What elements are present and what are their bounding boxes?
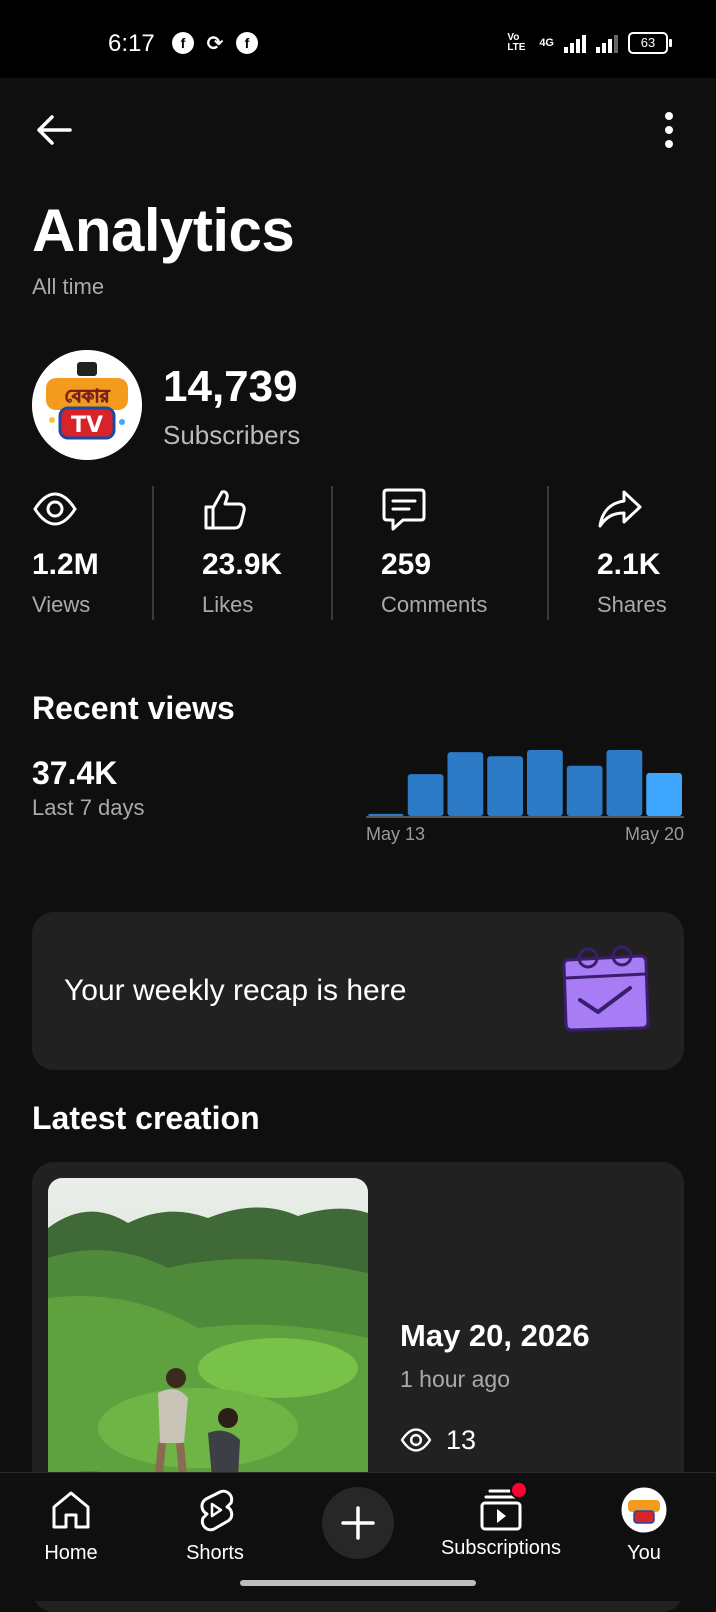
chart-tick-label: May 13 [366, 824, 425, 844]
chart-bar[interactable] [527, 750, 563, 816]
plus-icon [341, 1506, 375, 1540]
status-time: 6:17 [108, 30, 155, 57]
stat-value: 2.1K [597, 548, 661, 581]
subscriber-label: Subscribers [163, 420, 301, 450]
system-indicators: Vo LTE 4G 63 [507, 32, 672, 54]
more-vertical-icon [665, 112, 673, 148]
stats-row: 1.2M Views 23.9K Likes 259 Comments 2.1K… [0, 486, 716, 622]
status-bar: 6:17 f ⟳ f Vo LTE 4G 63 [0, 0, 716, 78]
create-button[interactable] [322, 1487, 394, 1559]
calendar-check-icon [562, 945, 650, 1032]
arrow-left-icon [37, 115, 72, 145]
nav-subscriptions[interactable]: Subscriptions [440, 1481, 562, 1560]
chart-bar[interactable] [368, 813, 404, 816]
recent-views-chart[interactable]: May 13 May 20 [366, 740, 684, 846]
divider [547, 486, 549, 620]
stat-comments[interactable]: 259 Comments [381, 486, 521, 622]
nav-shorts[interactable]: Shorts [182, 1487, 248, 1565]
notification-dot [510, 1481, 528, 1499]
chart-bar[interactable] [447, 752, 484, 816]
home-icon [52, 1491, 90, 1529]
chart-bar[interactable] [606, 750, 643, 816]
stat-label: Views [32, 592, 91, 617]
facebook-icon: f [236, 32, 258, 54]
comment-icon [382, 488, 426, 531]
stat-value: 23.9K [202, 548, 283, 581]
more-options-button[interactable] [654, 106, 684, 152]
creation-date: May 20, 2026 [400, 1318, 590, 1353]
share-icon [598, 490, 642, 528]
chart-bar[interactable] [487, 756, 523, 816]
recent-views-title: Recent views [32, 690, 235, 726]
chart-bar[interactable] [566, 765, 603, 816]
channel-logo: বেকার TV [32, 350, 142, 460]
chart-tick-label: May 20 [625, 824, 684, 844]
battery-icon: 63 [628, 32, 672, 54]
stat-label: Shares [597, 592, 667, 617]
nav-label: Home [44, 1542, 98, 1564]
stat-value: 1.2M [32, 548, 99, 581]
page-title: Analytics [32, 197, 295, 264]
signal-icon [564, 33, 586, 53]
eye-icon [33, 492, 77, 526]
stat-likes[interactable]: 23.9K Likes [202, 486, 312, 622]
creation-time-ago: 1 hour ago [400, 1366, 510, 1392]
creation-views: 13 [400, 1424, 476, 1456]
notification-icons: f ⟳ f [172, 32, 258, 55]
gesture-bar [240, 1580, 476, 1586]
channel-avatar[interactable]: বেকার TV [32, 350, 142, 460]
stat-views[interactable]: 1.2M Views [32, 486, 142, 622]
top-app-bar [0, 100, 716, 156]
date-range-label: All time [32, 274, 105, 299]
divider [331, 486, 333, 620]
subscriber-count: 14,739 [163, 362, 298, 411]
thumbs-up-icon [204, 490, 246, 530]
shorts-icon [200, 1489, 234, 1532]
recent-views-value: 37.4K [32, 755, 118, 791]
creation-view-count: 13 [446, 1424, 477, 1455]
stat-value: 259 [381, 548, 432, 581]
stat-label: Comments [381, 592, 488, 617]
weekly-recap-card[interactable]: Your weekly recap is here [32, 912, 684, 1070]
divider [152, 486, 154, 620]
chart-bar[interactable] [646, 773, 682, 816]
sync-icon: ⟳ [206, 32, 224, 55]
recap-text: Your weekly recap is here [64, 974, 407, 1007]
svg-text:বেকার: বেকার [64, 386, 110, 407]
signal-icon [596, 33, 618, 53]
volte-indicator: Vo LTE [507, 32, 526, 53]
svg-text:TV: TV [71, 413, 103, 438]
profile-avatar [621, 1487, 667, 1533]
nav-label: Shorts [186, 1542, 244, 1564]
stat-shares[interactable]: 2.1K Shares [597, 486, 697, 622]
recent-views-period: Last 7 days [32, 795, 145, 820]
stat-label: Likes [202, 592, 254, 617]
back-button[interactable] [32, 106, 78, 152]
nav-label: Subscriptions [440, 1537, 562, 1559]
latest-creation-title: Latest creation [32, 1100, 260, 1136]
eye-icon [400, 1428, 432, 1452]
facebook-icon: f [172, 32, 194, 54]
network-type: 4G [539, 37, 554, 49]
nav-label: You [627, 1542, 661, 1564]
nav-you[interactable]: You [620, 1487, 668, 1565]
nav-home[interactable]: Home [40, 1487, 102, 1565]
chart-bar[interactable] [407, 774, 444, 816]
